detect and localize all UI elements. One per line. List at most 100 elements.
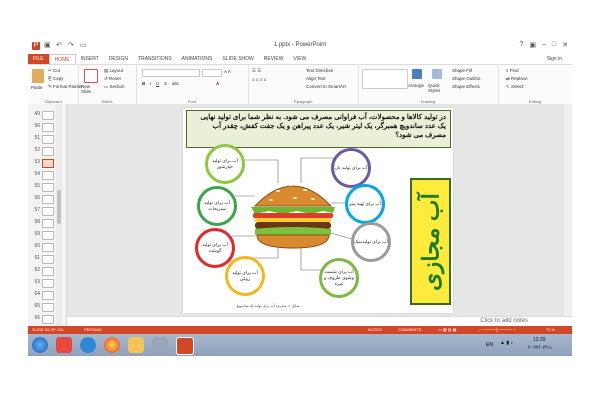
quick-styles-button[interactable]: Quick Styles [428,83,448,93]
tab-design[interactable]: DESIGN [104,54,133,64]
arrange-icon[interactable] [412,69,422,79]
start-button-icon[interactable] [32,337,48,353]
circle-cheese-water[interactable]: آب برای تهیه پنیر [345,184,385,224]
slide-thumbnail-image[interactable] [42,159,54,168]
tray-icons[interactable]: ▲ ▮ ♪ [500,340,513,346]
thumbnails-scroll-thumb[interactable] [57,190,61,224]
comments-toggle[interactable]: COMMENTS [398,326,421,334]
tab-view[interactable]: VIEW [289,54,312,64]
italic-button[interactable]: I [150,81,151,86]
language-tray[interactable]: EN [486,342,493,348]
select-button[interactable]: ↖ Select [506,84,524,90]
grow-font-icon[interactable]: A A [224,69,231,74]
text-direction-button[interactable]: Text Direction [306,68,333,73]
slide-thumbnail-image[interactable] [42,243,54,252]
slide-thumbnail-image[interactable] [42,207,54,216]
zoom-level[interactable]: 73 % [546,326,555,334]
arrange-button[interactable]: Arrange [408,83,424,88]
chrome-icon[interactable] [104,337,120,353]
tab-home[interactable]: HOME [48,53,76,65]
reset-button[interactable]: ↺ Reset [104,76,121,82]
language-indicator[interactable]: PERSIAN [84,326,102,334]
current-slide[interactable]: در تولید کالاها و محصولات، آب فراوانی مص… [183,108,453,313]
close-icon[interactable]: ✕ [562,41,568,49]
tab-slide-show[interactable]: SLIDE SHOW [217,54,258,64]
sign-in-link[interactable]: Sign in [547,54,562,64]
copy-button[interactable]: ⎘ Copy [48,76,63,81]
section-button[interactable]: ▭ Section [104,84,125,90]
notes-toggle[interactable]: NOTES [368,326,382,334]
slide-thumbnail-image[interactable] [42,231,54,240]
quick-styles-icon[interactable] [432,69,442,79]
help-icon[interactable]: ? [519,41,523,49]
bullets-icon[interactable]: ☰ ☰ [252,68,261,74]
media-player-icon[interactable] [56,337,72,353]
circle-pickles-water[interactable]: آب برای تولید خیارشور [205,144,245,184]
slide-thumbnail-image[interactable] [42,147,54,156]
tab-review[interactable]: REVIEW [259,54,289,64]
slide-thumbnail-image[interactable] [42,135,54,144]
circle-salt-water[interactable]: آب برای تولیدنمک [351,222,391,262]
clock-date[interactable]: ۲۰۲۴/۰۳/۱۱ [528,345,552,351]
paste-icon[interactable] [32,69,44,83]
shape-fill-button[interactable]: Shape Fill [452,68,472,73]
minimize-icon[interactable]: – [542,41,546,49]
tab-file[interactable]: FILE [28,54,49,64]
slide-thumbnail-image[interactable] [42,219,54,228]
shape-effects-button[interactable]: Shape Effects [452,84,480,89]
circle-bread-water[interactable]: آب برای تولید نان [331,148,371,188]
font-color-icon[interactable]: A [216,81,219,86]
tab-animations[interactable]: ANIMATIONS [177,54,218,64]
zoom-slider[interactable]: – ─────┼───── + [478,326,516,334]
clock-time[interactable]: 12:29 [533,337,546,343]
slide-thumbnail-image[interactable] [42,123,54,132]
tab-transitions[interactable]: TRANSITIONS [133,54,177,64]
thumbnails-scrollbar[interactable] [56,104,62,326]
replace-button[interactable]: ⇄ Replace [506,76,528,82]
cut-button[interactable]: ✂ Cut [48,68,60,74]
shapes-gallery[interactable] [362,69,408,89]
font-size-combo[interactable] [202,69,222,77]
internet-explorer-icon[interactable] [80,337,96,353]
file-explorer-icon[interactable] [128,337,144,353]
app-window-icon[interactable] [152,337,168,353]
tab-insert[interactable]: INSERT [76,54,104,64]
powerpoint-taskbar-icon[interactable] [176,337,194,355]
slide-thumbnail-image[interactable] [42,255,54,264]
slide-thumbnail-image[interactable] [42,267,54,276]
find-button[interactable]: ⌕ Find [506,68,519,73]
slide-thumbnail-image[interactable] [42,111,54,120]
slide-thumbnail-image[interactable] [42,195,54,204]
maximize-icon[interactable]: □ [552,41,556,49]
circle-oil-water[interactable]: آب برای تولید روغن [225,256,265,296]
underline-button[interactable]: U [156,81,159,86]
circle-label: آب برای تهیه پنیر [349,201,381,206]
convert-smartart-button[interactable]: Convert to SmartArt [306,84,346,89]
slide-thumbnail-image[interactable] [42,315,54,324]
font-group: A A B I U S abc A Font [136,65,249,105]
slide-scrollbar[interactable] [564,104,572,316]
view-buttons[interactable]: ▭ ▦ ▤ ▣ [438,326,456,334]
virtual-water-title-box[interactable]: آب مجازی [410,178,451,305]
new-slide-button[interactable]: New Slide [81,84,101,94]
align-icons[interactable]: ≡ ≡ ≡ ≡ [252,77,266,82]
align-text-button[interactable]: Align Text [306,76,325,81]
circle-vegetables-water[interactable]: آب برای تولید سبزیجات [197,186,237,226]
slide-thumbnail-image[interactable] [42,279,54,288]
shadow-button[interactable]: S [164,81,167,86]
bold-button[interactable]: B [142,81,145,86]
font-name-combo[interactable] [142,69,200,77]
circle-dishwashing-water[interactable]: آب برای شست وشوی ظروف و غیره [319,258,359,298]
slide-number: 56 [34,195,40,201]
slide-thumbnail-image[interactable] [42,291,54,300]
new-slide-icon[interactable] [84,69,98,83]
slide-thumbnail-image[interactable] [42,183,54,192]
layout-button[interactable]: ▤ Layout [104,68,123,74]
ribbon-display-icon[interactable]: ▣ [529,41,536,49]
slide-thumbnail-image[interactable] [42,303,54,312]
paste-button[interactable]: Paste [31,85,43,90]
strikethrough-button[interactable]: abc [172,81,179,86]
slide-number: 49 [34,111,40,117]
slide-thumbnail-image[interactable] [42,171,54,180]
shape-outline-button[interactable]: Shape Outline [452,76,481,81]
